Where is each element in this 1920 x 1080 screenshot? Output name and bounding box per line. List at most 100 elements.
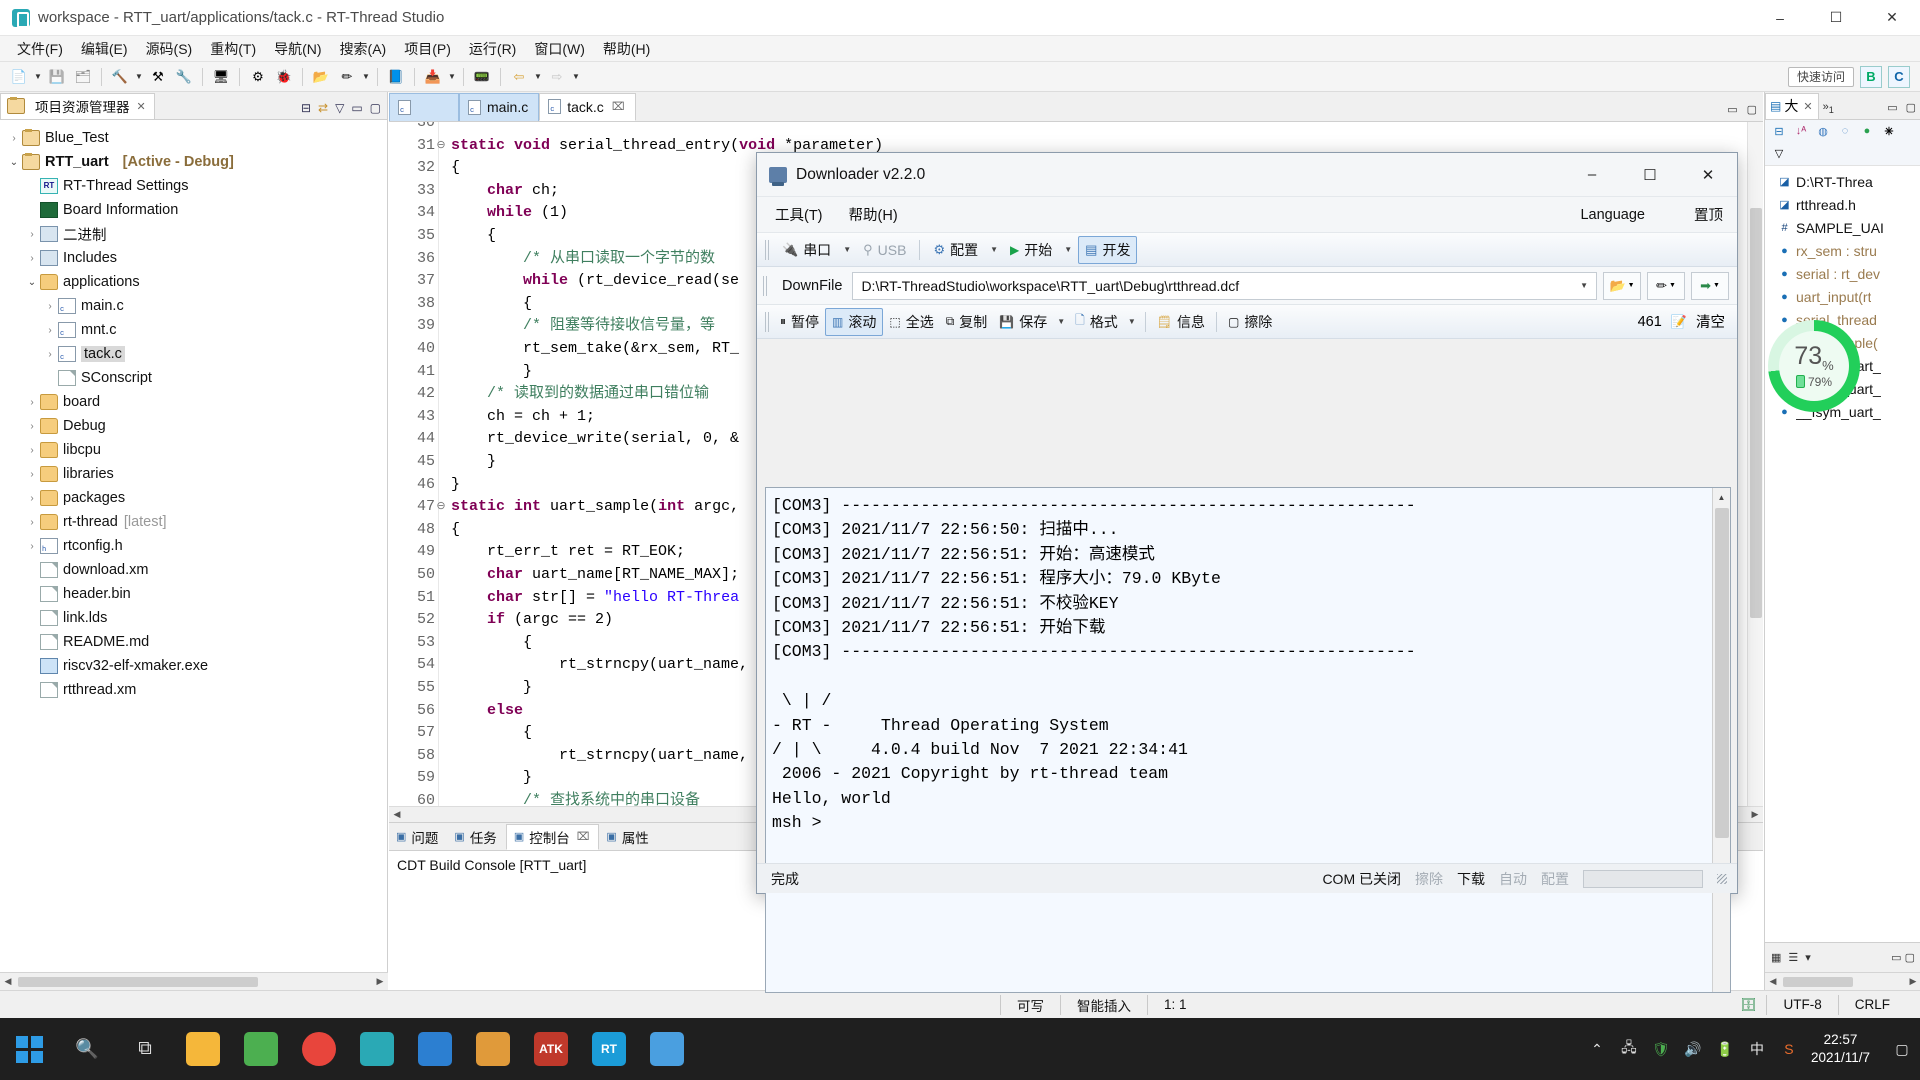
- chevron-right-icon[interactable]: ›: [42, 325, 58, 336]
- bottom-tab-problems[interactable]: ▣ 问题: [389, 824, 447, 850]
- maximize-view-icon[interactable]: ▢: [1906, 101, 1916, 114]
- tree-item-mnt-c[interactable]: › mnt.c: [0, 318, 387, 342]
- tree-item-rt-thread[interactable]: › rt-thread [latest]: [0, 510, 387, 534]
- menu-refactor[interactable]: 重构(T): [201, 36, 265, 62]
- close-button[interactable]: ✕: [1864, 0, 1920, 36]
- outline-item[interactable]: ◪ D:\RT-Threa: [1765, 170, 1920, 193]
- maximize-view-icon[interactable]: ▢: [370, 101, 381, 115]
- build-hammer-icon[interactable]: 🔨: [109, 66, 131, 88]
- menu-search[interactable]: 搜索(A): [331, 36, 396, 62]
- tree-item-board[interactable]: › board: [0, 390, 387, 414]
- downloader-language-button[interactable]: Language: [1580, 207, 1645, 223]
- save-dropdown-icon[interactable]: ▼: [1053, 317, 1069, 326]
- chrome-icon[interactable]: [290, 1018, 348, 1080]
- minimize-button[interactable]: –: [1752, 0, 1808, 36]
- perspective-b-button[interactable]: B: [1860, 65, 1882, 88]
- battery-icon[interactable]: 🔋: [1715, 1041, 1735, 1058]
- tree-item-libcpu[interactable]: › libcpu: [0, 438, 387, 462]
- bottom-tab-properties[interactable]: ▣ 属性: [599, 824, 657, 850]
- export-file-button[interactable]: ➡ ▼: [1691, 271, 1729, 300]
- download-dropdown-icon[interactable]: ▼: [446, 72, 458, 81]
- close-icon[interactable]: ⌧: [577, 830, 590, 843]
- back-dropdown-icon[interactable]: ▼: [532, 72, 544, 81]
- save-icon[interactable]: 💾: [46, 66, 68, 88]
- scroll-right-icon[interactable]: ▶: [372, 976, 388, 987]
- notification-icon[interactable]: ▢: [1892, 1041, 1912, 1058]
- sublime-icon[interactable]: [464, 1018, 522, 1080]
- tree-item-rtconfig-h[interactable]: › rtconfig.h: [0, 534, 387, 558]
- menu-edit[interactable]: 编辑(E): [72, 36, 137, 62]
- erase-button[interactable]: ▢ 擦除: [1222, 309, 1278, 335]
- file-explorer-icon[interactable]: [174, 1018, 232, 1080]
- pause-button[interactable]: ⏸ 暂停: [774, 309, 825, 335]
- hide-static-icon[interactable]: ◌: [1837, 123, 1853, 139]
- start-button[interactable]: ▶ 开始: [1004, 237, 1058, 263]
- vscroll-thumb[interactable]: [1715, 508, 1729, 838]
- collapse-all-icon[interactable]: ⊟: [1771, 123, 1787, 139]
- tree-item-download-xm[interactable]: download.xm: [0, 558, 387, 582]
- sort-icon[interactable]: ↓ᴬ: [1793, 123, 1809, 139]
- chevron-right-icon[interactable]: ›: [24, 493, 40, 504]
- debug-gear-icon[interactable]: ⚙: [247, 66, 269, 88]
- tree-item-blue-test[interactable]: › Blue_Test: [0, 126, 387, 150]
- chevron-right-icon[interactable]: ›: [24, 421, 40, 432]
- bottom-tab-console[interactable]: ▣ 控制台 ⌧: [505, 824, 600, 850]
- terminal-vscrollbar[interactable]: ▲: [1712, 488, 1730, 992]
- list-icon[interactable]: ☰: [1788, 951, 1798, 964]
- overflow-tabs-button[interactable]: »1: [1819, 97, 1838, 119]
- editor-tab-blank[interactable]: [389, 93, 459, 121]
- scroll-left-icon[interactable]: ◀: [1765, 976, 1781, 987]
- start-dropdown-icon[interactable]: ▼: [1060, 245, 1076, 254]
- copy-button[interactable]: ⧉ 复制: [940, 309, 994, 335]
- minimize-view-icon[interactable]: ▭ ▢: [1891, 951, 1920, 964]
- chevron-right-icon[interactable]: ›: [42, 349, 58, 360]
- clear-button[interactable]: 清空: [1696, 311, 1725, 332]
- green-app-icon[interactable]: [232, 1018, 290, 1080]
- tab-outline[interactable]: ▤ 大 ✕: [1765, 93, 1819, 119]
- usb-button[interactable]: ⚲ USB: [857, 239, 912, 261]
- tree-item-libraries[interactable]: › libraries: [0, 462, 387, 486]
- tree-item-riscv32-elf-xmaker-exe[interactable]: riscv32-elf-xmaker.exe: [0, 654, 387, 678]
- minimize-view-icon[interactable]: ▭: [1887, 101, 1897, 114]
- chevron-up-icon[interactable]: ⌃: [1587, 1041, 1607, 1058]
- chevron-right-icon[interactable]: ›: [24, 397, 40, 408]
- outline-hscrollbar[interactable]: ◀ ▶: [1765, 972, 1920, 990]
- chevron-right-icon[interactable]: ›: [6, 133, 22, 144]
- tree-item-sconscript[interactable]: SConscript: [0, 366, 387, 390]
- filter-icon[interactable]: ✳: [1881, 123, 1897, 139]
- quick-access-input[interactable]: 快速访问: [1787, 66, 1854, 87]
- collapse-all-icon[interactable]: ⊟: [301, 101, 311, 115]
- downloader-terminal[interactable]: [COM3] ---------------------------------…: [765, 487, 1731, 993]
- wrench-icon[interactable]: 🔧: [173, 66, 195, 88]
- tree-item-rtt-uart[interactable]: ⌄ RTT_uart [Active - Debug]: [0, 150, 387, 174]
- chevron-right-icon[interactable]: ›: [24, 445, 40, 456]
- downloader-close-button[interactable]: ✕: [1679, 153, 1737, 197]
- select-all-button[interactable]: ⬚ 全选: [883, 309, 939, 335]
- outline-item[interactable]: # SAMPLE_UAI: [1765, 216, 1920, 239]
- rt-downloader-icon[interactable]: RT: [580, 1018, 638, 1080]
- chevron-right-icon[interactable]: ›: [24, 541, 40, 552]
- project-explorer-hscrollbar[interactable]: ◀ ▶: [0, 972, 388, 990]
- develop-button[interactable]: ▤ 开发: [1078, 235, 1138, 264]
- sogou-icon[interactable]: S: [1779, 1041, 1799, 1057]
- menu-run[interactable]: 运行(R): [460, 36, 525, 62]
- grid-icon[interactable]: ▦: [1771, 951, 1781, 964]
- toolbar-grip[interactable]: [763, 275, 768, 296]
- scroll-up-icon[interactable]: ▲: [1713, 488, 1730, 506]
- downloader-minimize-button[interactable]: –: [1563, 153, 1621, 197]
- pencil-dropdown-icon[interactable]: ▼: [360, 72, 372, 81]
- console-icon[interactable]: 🖥: [210, 66, 232, 88]
- downfile-input[interactable]: D:\RT-ThreadStudio\workspace\RTT_uart\De…: [852, 271, 1597, 300]
- downloader-maximize-button[interactable]: ☐: [1621, 153, 1679, 197]
- chevron-right-icon[interactable]: ›: [42, 301, 58, 312]
- rt-thread-studio-icon[interactable]: [348, 1018, 406, 1080]
- tree-item-includes[interactable]: › Includes: [0, 246, 387, 270]
- browse-file-button[interactable]: 📂 ▼: [1603, 271, 1641, 300]
- scroll-right-icon[interactable]: ▶: [1747, 809, 1763, 820]
- tree-item-rtthread-xm[interactable]: rtthread.xm: [0, 678, 387, 702]
- outline-item[interactable]: ● uart_input(rt: [1765, 285, 1920, 308]
- hide-nonpublic-icon[interactable]: ●: [1859, 123, 1875, 139]
- forward-dropdown-icon[interactable]: ▼: [570, 72, 582, 81]
- editor-vscrollbar[interactable]: [1747, 122, 1763, 822]
- downloader-menu-tools[interactable]: 工具(T): [771, 202, 827, 227]
